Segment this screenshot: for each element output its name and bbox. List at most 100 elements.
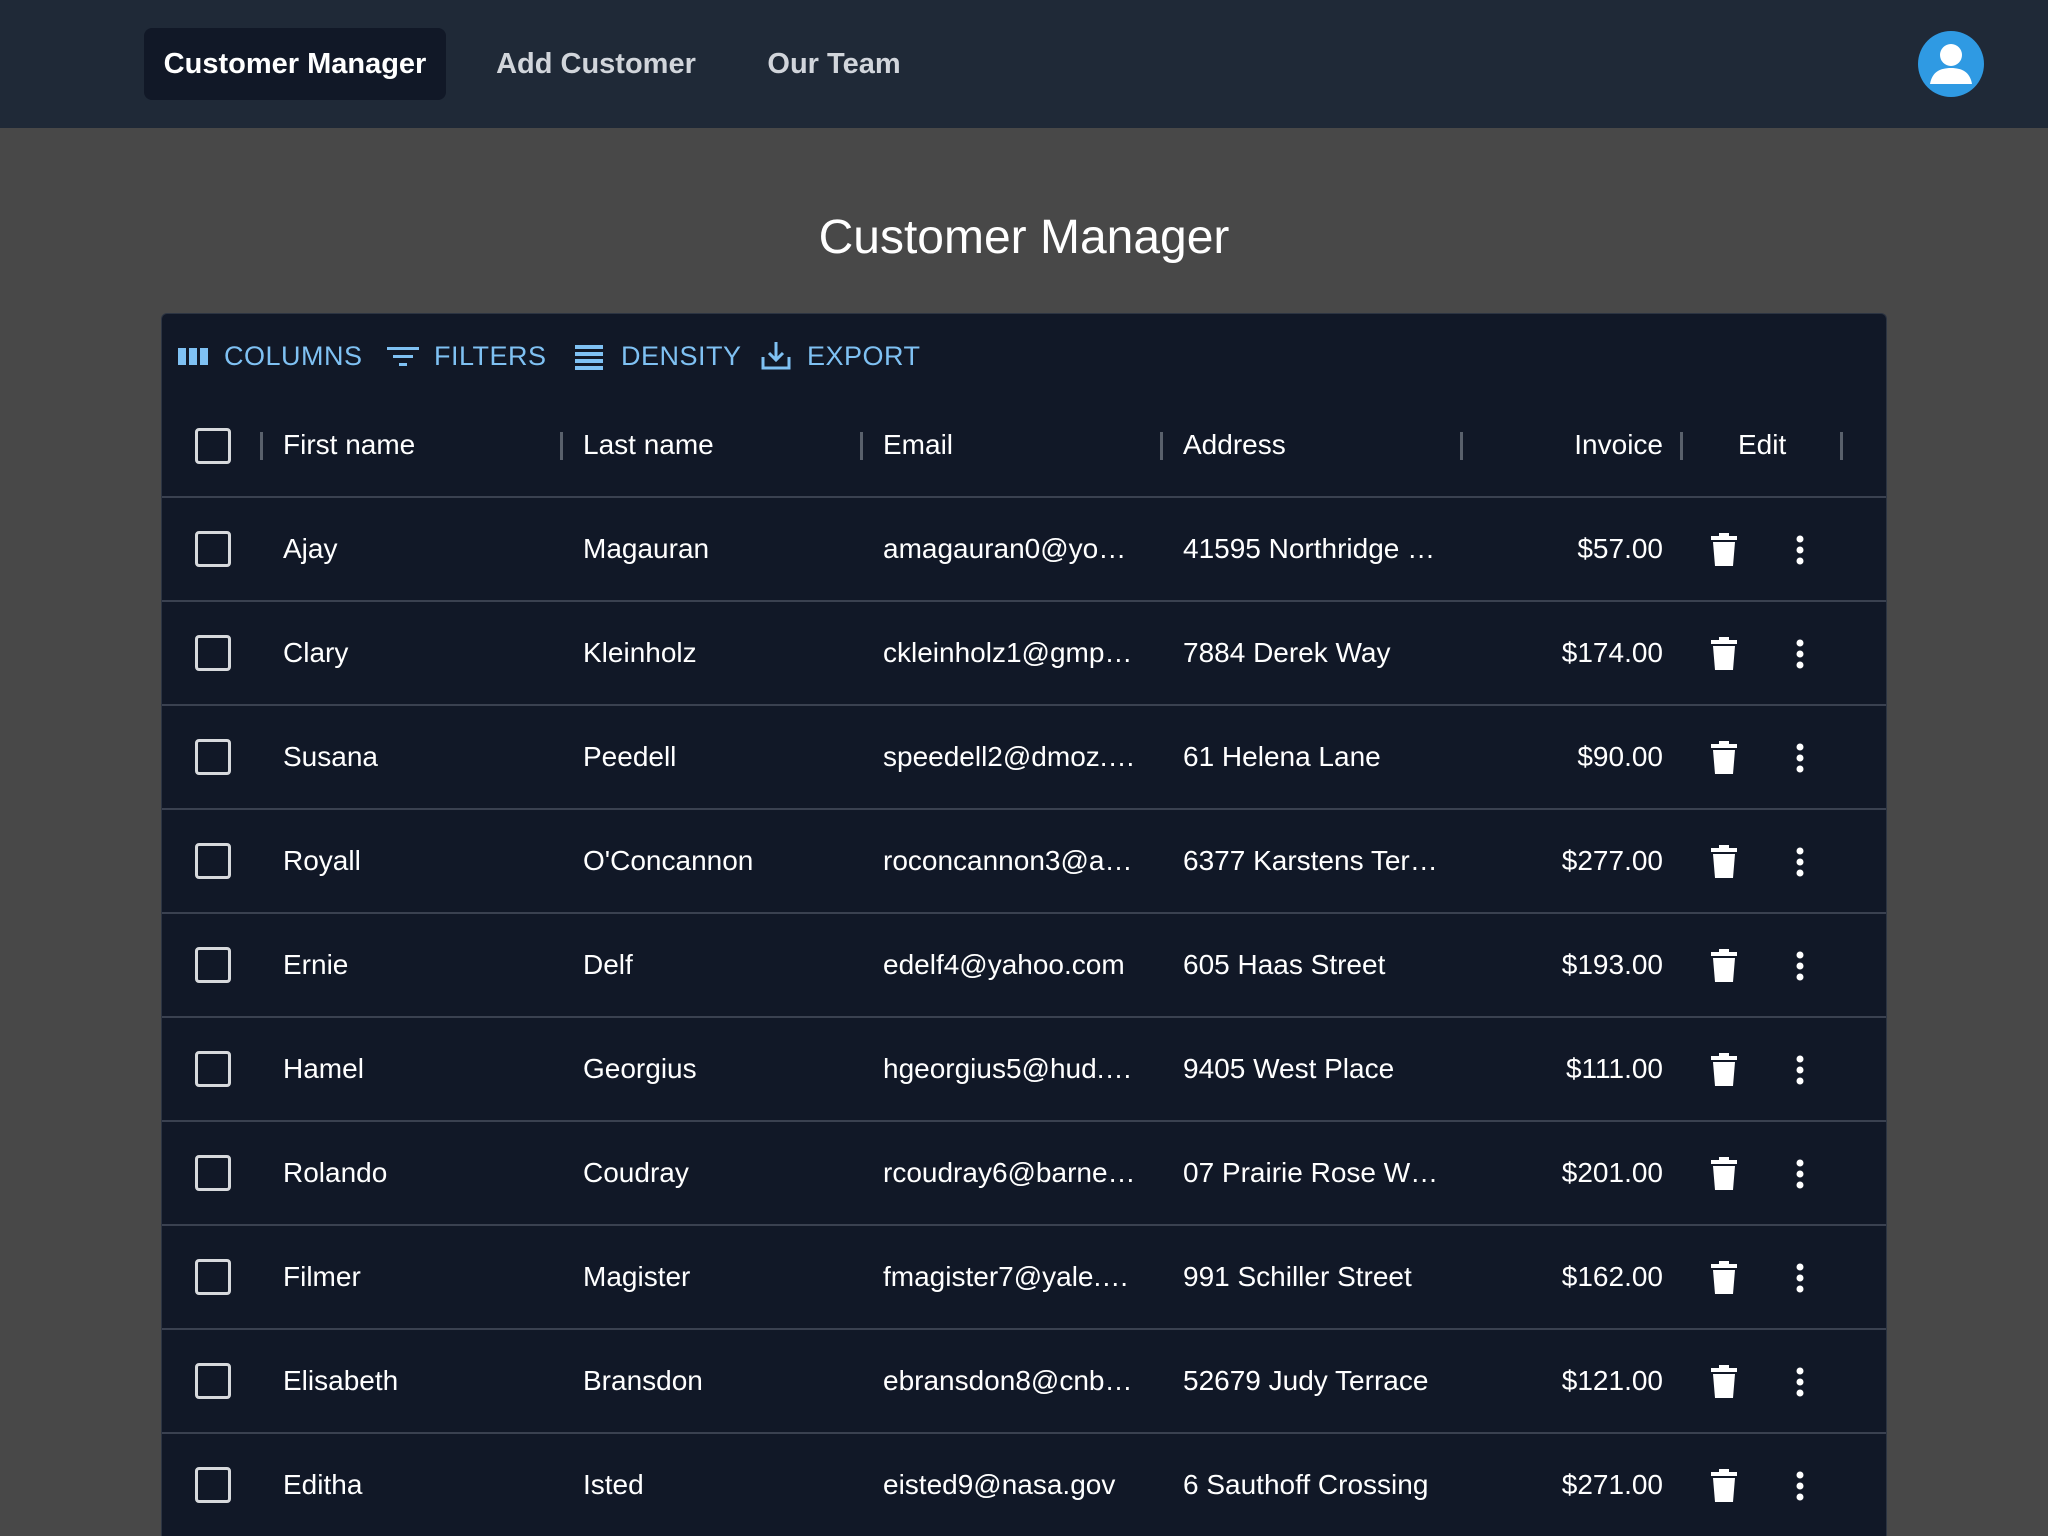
download-icon xyxy=(761,342,791,370)
cell-last-name: Georgius xyxy=(583,1053,697,1084)
delete-icon[interactable] xyxy=(1700,838,1748,886)
table-row[interactable]: Ajay Magauran amagauran0@yo… 41595 North… xyxy=(162,498,1886,602)
top-nav: Customer Manager Add Customer Our Team xyxy=(0,0,2048,128)
row-checkbox[interactable] xyxy=(195,843,231,879)
delete-icon[interactable] xyxy=(1700,1358,1748,1406)
more-vert-icon[interactable] xyxy=(1776,734,1824,782)
cell-last-name: O'Concannon xyxy=(583,845,754,876)
row-checkbox[interactable] xyxy=(195,1363,231,1399)
cell-first-name: Royall xyxy=(283,845,361,876)
cell-address: 6 Sauthoff Crossing xyxy=(1183,1469,1429,1500)
more-vert-icon[interactable] xyxy=(1776,630,1824,678)
more-vert-icon[interactable] xyxy=(1776,1046,1824,1094)
delete-icon[interactable] xyxy=(1700,734,1748,782)
table-row[interactable]: Elisabeth Bransdon ebransdon8@cnb… 52679… xyxy=(162,1330,1886,1434)
row-checkbox[interactable] xyxy=(195,1155,231,1191)
column-separator[interactable] xyxy=(260,432,263,460)
cell-last-name: Delf xyxy=(583,949,633,980)
table-row[interactable]: Hamel Georgius hgeorgius5@hud.… 9405 Wes… xyxy=(162,1018,1886,1122)
cell-address: 52679 Judy Terrace xyxy=(1183,1365,1429,1396)
more-vert-icon[interactable] xyxy=(1776,1150,1824,1198)
density-button[interactable]: DENSITY xyxy=(573,336,742,376)
cell-first-name: Susana xyxy=(283,741,378,772)
table-row[interactable]: Filmer Magister fmagister7@yale.… 991 Sc… xyxy=(162,1226,1886,1330)
cell-email: ckleinholz1@gmp… xyxy=(883,637,1133,668)
row-checkbox[interactable] xyxy=(195,947,231,983)
cell-address: 6377 Karstens Ter… xyxy=(1183,845,1438,876)
column-separator[interactable] xyxy=(1160,432,1163,460)
header-invoice[interactable]: Invoice xyxy=(1482,394,1663,496)
cell-last-name: Coudray xyxy=(583,1157,689,1188)
header-edit: Edit xyxy=(1738,429,1787,460)
row-checkbox[interactable] xyxy=(195,1467,231,1503)
more-vert-icon[interactable] xyxy=(1776,1358,1824,1406)
more-vert-icon[interactable] xyxy=(1776,838,1824,886)
cell-first-name: Rolando xyxy=(283,1157,388,1188)
header-email[interactable]: Email xyxy=(883,394,1083,496)
cell-invoice: $174.00 xyxy=(1561,637,1663,668)
columns-label: COLUMNS xyxy=(224,340,363,371)
cell-email: roconcannon3@a… xyxy=(883,845,1133,876)
delete-icon[interactable] xyxy=(1700,1046,1748,1094)
nav-tab-our-team[interactable]: Our Team xyxy=(752,28,916,100)
header-first-name[interactable]: First name xyxy=(283,394,483,496)
table-row[interactable]: Editha Isted eisted9@nasa.gov 6 Sauthoff… xyxy=(162,1434,1886,1536)
column-separator[interactable] xyxy=(1460,432,1463,460)
more-vert-icon[interactable] xyxy=(1776,1254,1824,1302)
columns-button[interactable]: COLUMNS xyxy=(176,336,363,376)
cell-first-name: Elisabeth xyxy=(283,1365,399,1396)
table-row[interactable]: Susana Peedell speedell2@dmoz.… 61 Helen… xyxy=(162,706,1886,810)
delete-icon[interactable] xyxy=(1700,1254,1748,1302)
filters-label: FILTERS xyxy=(434,340,547,371)
grid-header-row: First name Last name Email Address Invoi… xyxy=(162,394,1886,498)
nav-tab-add-customer[interactable]: Add Customer xyxy=(480,28,712,100)
cell-address: 61 Helena Lane xyxy=(1183,741,1381,772)
cell-last-name: Bransdon xyxy=(583,1365,703,1396)
grid-rows: Ajay Magauran amagauran0@yo… 41595 North… xyxy=(162,498,1886,1536)
more-vert-icon[interactable] xyxy=(1776,526,1824,574)
cell-invoice: $201.00 xyxy=(1561,1157,1663,1188)
select-all-checkbox[interactable] xyxy=(195,428,231,464)
more-vert-icon[interactable] xyxy=(1776,942,1824,990)
row-checkbox[interactable] xyxy=(195,1259,231,1295)
cell-invoice: $271.00 xyxy=(1561,1469,1663,1500)
row-checkbox[interactable] xyxy=(195,739,231,775)
cell-address: 991 Schiller Street xyxy=(1183,1261,1412,1292)
nav-tab-customer-manager[interactable]: Customer Manager xyxy=(144,28,446,100)
cell-last-name: Magister xyxy=(583,1261,691,1292)
cell-last-name: Magauran xyxy=(583,533,710,564)
export-button[interactable]: EXPORT xyxy=(759,336,921,376)
cell-invoice: $90.00 xyxy=(1577,741,1663,772)
cell-last-name: Peedell xyxy=(583,741,677,772)
cell-address: 9405 West Place xyxy=(1183,1053,1395,1084)
table-row[interactable]: Rolando Coudray rcoudray6@barne… 07 Prai… xyxy=(162,1122,1886,1226)
table-row[interactable]: Royall O'Concannon roconcannon3@a… 6377 … xyxy=(162,810,1886,914)
column-separator[interactable] xyxy=(860,432,863,460)
more-vert-icon[interactable] xyxy=(1776,1462,1824,1510)
cell-invoice: $121.00 xyxy=(1561,1365,1663,1396)
cell-email: rcoudray6@barne… xyxy=(883,1157,1136,1188)
column-separator[interactable] xyxy=(560,432,563,460)
cell-last-name: Kleinholz xyxy=(583,637,697,668)
filters-button[interactable]: FILTERS xyxy=(386,336,547,376)
grid-toolbar: COLUMNS FILTERS DENSITY EXPORT xyxy=(162,314,1886,394)
row-checkbox[interactable] xyxy=(195,635,231,671)
cell-first-name: Ajay xyxy=(283,533,338,564)
table-row[interactable]: Ernie Delf edelf4@yahoo.com 605 Haas Str… xyxy=(162,914,1886,1018)
account-circle-icon[interactable] xyxy=(1918,31,1984,97)
column-separator[interactable] xyxy=(1680,432,1683,460)
row-checkbox[interactable] xyxy=(195,1051,231,1087)
view-columns-icon xyxy=(178,348,208,365)
delete-icon[interactable] xyxy=(1700,526,1748,574)
cell-invoice: $193.00 xyxy=(1561,949,1663,980)
delete-icon[interactable] xyxy=(1700,1462,1748,1510)
delete-icon[interactable] xyxy=(1700,630,1748,678)
row-checkbox[interactable] xyxy=(195,531,231,567)
delete-icon[interactable] xyxy=(1700,942,1748,990)
header-address[interactable]: Address xyxy=(1183,394,1383,496)
delete-icon[interactable] xyxy=(1700,1150,1748,1198)
table-row[interactable]: Clary Kleinholz ckleinholz1@gmp… 7884 De… xyxy=(162,602,1886,706)
density-label: DENSITY xyxy=(621,340,742,371)
header-last-name[interactable]: Last name xyxy=(583,394,783,496)
column-separator[interactable] xyxy=(1840,432,1843,460)
